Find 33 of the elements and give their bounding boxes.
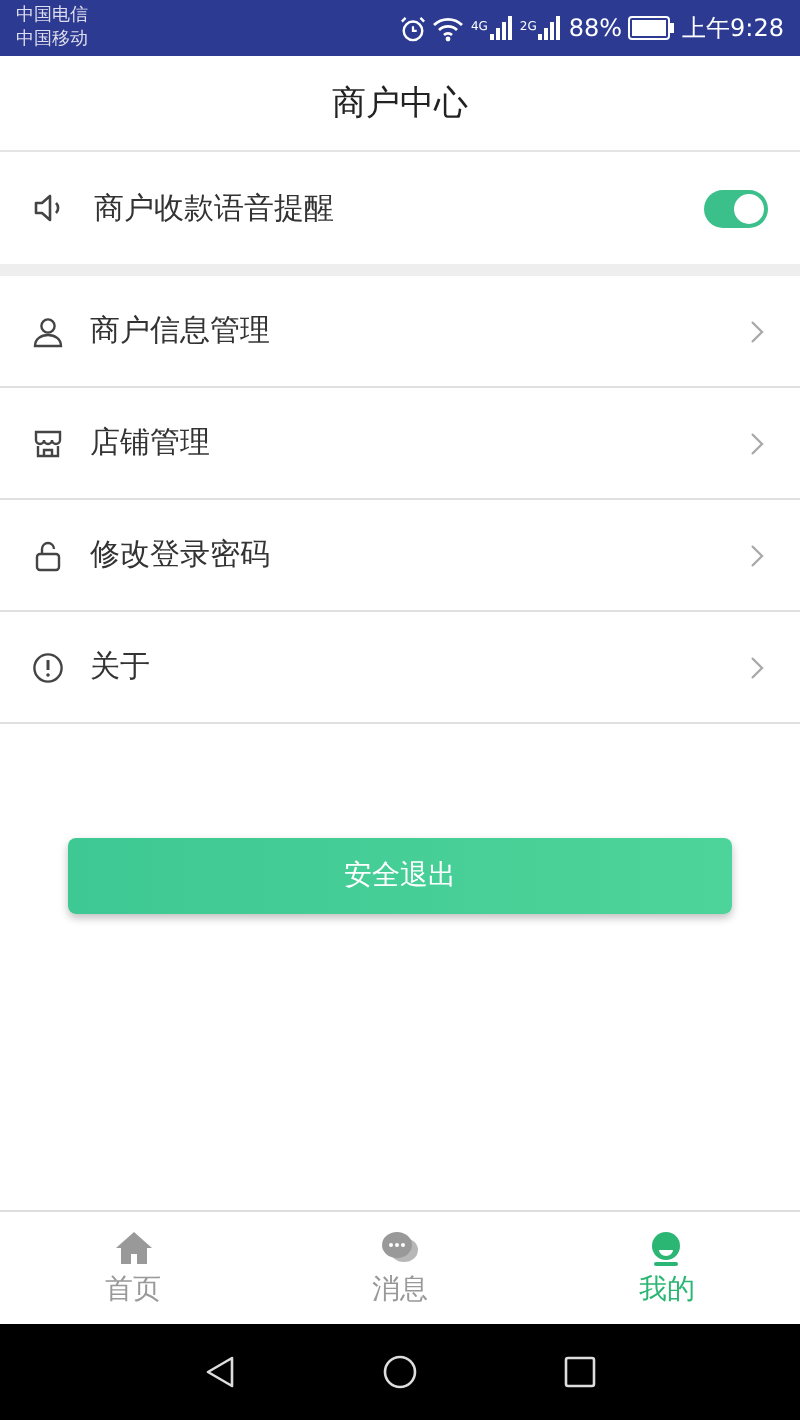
menu-label: 商户信息管理 — [90, 312, 272, 350]
signal-icon — [538, 16, 563, 40]
chat-icon — [379, 1229, 420, 1265]
battery-percent: 88% — [568, 14, 623, 42]
setting-label: 商户收款语音提醒 — [94, 189, 336, 227]
clock-time: 上午9:28 — [682, 11, 784, 45]
menu-item[interactable]: 关于 — [0, 612, 800, 724]
back-icon[interactable] — [202, 1354, 238, 1390]
exclamation-icon — [32, 651, 64, 683]
carrier-name: 中国移动 — [16, 28, 88, 52]
menu-label: 关于 — [90, 648, 152, 686]
chevron-icon — [750, 543, 764, 567]
store-icon — [32, 427, 64, 459]
recent-apps-icon[interactable] — [562, 1354, 598, 1390]
signal-icon — [489, 16, 514, 40]
carrier-name: 中国电信 — [16, 4, 88, 28]
chevron-icon — [750, 431, 764, 455]
menu-item[interactable]: 修改登录密码 — [0, 500, 800, 612]
wifi-icon — [432, 15, 465, 41]
page-title: 商户中心 — [332, 82, 468, 126]
chevron-icon — [750, 319, 764, 343]
voice-toggle[interactable] — [704, 189, 768, 227]
home-icon[interactable] — [382, 1354, 418, 1390]
battery-icon — [628, 16, 677, 40]
lock-icon — [32, 539, 64, 571]
home-icon — [113, 1229, 154, 1265]
menu-label: 修改登录密码 — [90, 536, 272, 574]
person-icon — [32, 315, 64, 347]
menu-item[interactable]: 店铺管理 — [0, 388, 800, 500]
menu-item[interactable]: 商户信息管理 — [0, 276, 800, 388]
menu-label: 店铺管理 — [90, 424, 212, 462]
alarm-icon — [400, 15, 427, 41]
chevron-icon — [750, 655, 764, 679]
